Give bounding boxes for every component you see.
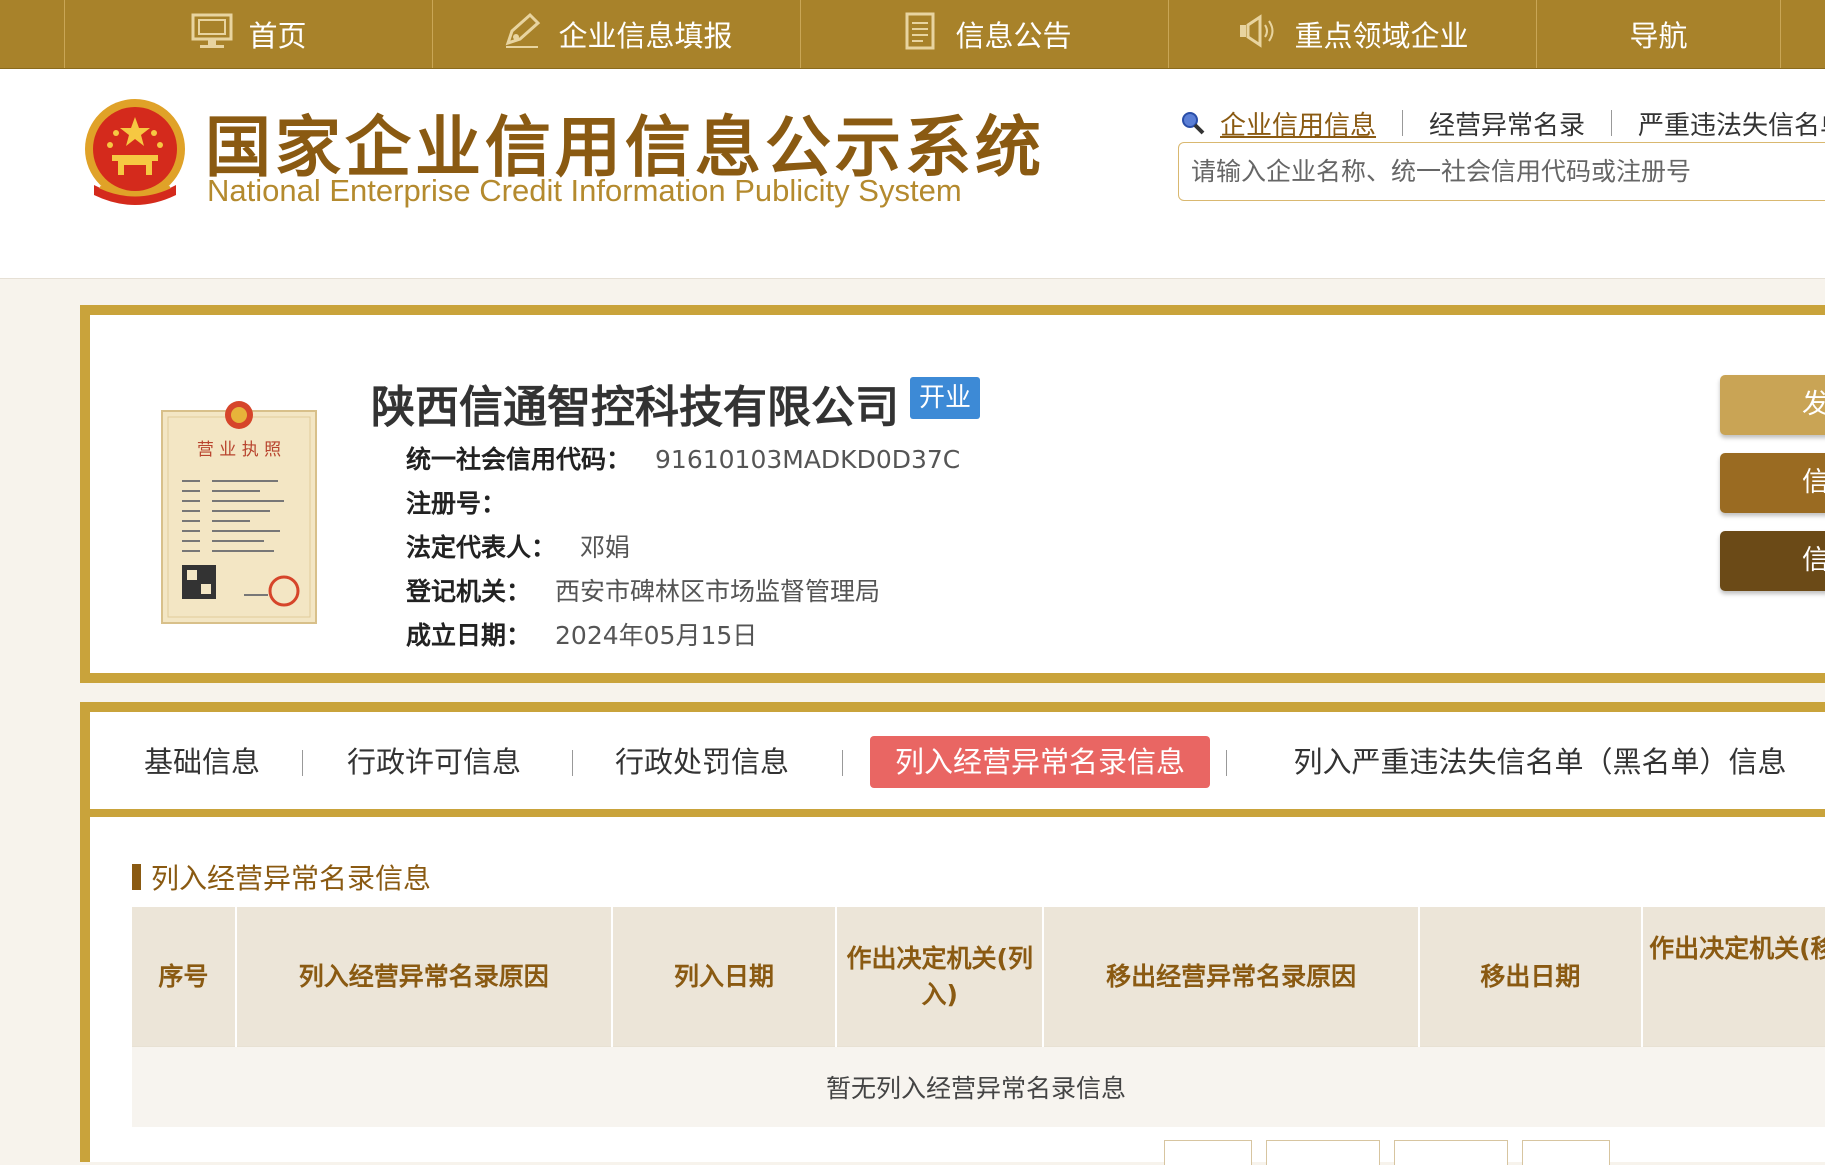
nav-divider (1780, 0, 1781, 68)
info-establishment-date: 成立日期： 2024年05月15日 (406, 616, 757, 652)
tab-admin-penalty[interactable]: 行政处罚信息 (608, 736, 796, 788)
tab-blacklist[interactable]: 列入严重违法失信名单（黑名单）信息 (1270, 736, 1810, 788)
detail-panel: 基础信息 行政许可信息 行政处罚信息 列入经营异常名录信息 列入严重违法失信名单… (80, 702, 1825, 1165)
nav-enterprise-report[interactable]: 企业信息填报 (432, 0, 800, 68)
site-subtitle: National Enterprise Credit Information P… (207, 173, 962, 208)
table-row: 暂无列入经营异常名录信息 (132, 1046, 1825, 1127)
section-title: 列入经营异常名录信息 (132, 857, 431, 897)
company-name: 陕西信通智控科技有限公司 (371, 382, 899, 433)
info-label: 统一社会信用代码： (406, 445, 632, 474)
business-license-image[interactable]: 营 业 执 照 (160, 397, 318, 625)
document-icon (897, 11, 941, 58)
column-header: 移出经营异常名录原因 (1043, 907, 1420, 1047)
nav-key-enterprises-label: 重点领域企业 (1294, 19, 1469, 53)
info-value: 西安市碑林区市场监督管理局 (555, 577, 881, 606)
pen-icon (500, 11, 544, 58)
nav-announcement-label: 信息公告 (955, 19, 1072, 53)
column-header: 作出决定机关(列入) (836, 907, 1045, 1047)
tab-basic-info[interactable]: 基础信息 (136, 736, 268, 788)
nav-announcement[interactable]: 信息公告 (800, 0, 1168, 68)
column-header: 列入日期 (611, 907, 838, 1047)
tab-separator (302, 750, 303, 776)
company-card: 营 业 执 照 陕西信通智控科技有限公司 开业 统一社会信用代码： 9161010… (80, 305, 1825, 683)
info-credit-code: 统一社会信用代码： 91610103MADKD0D37C (406, 440, 960, 476)
column-header: 作出决定机关(移出) (1642, 907, 1825, 1047)
section-marker (132, 864, 141, 890)
info-value: 2024年05月15日 (555, 621, 758, 650)
monitor-icon (190, 11, 234, 58)
abnormal-list-table: 序号 列入经营异常名录原因 列入日期 作出决定机关(列入) 移出经营异常名录原因… (132, 907, 1825, 1127)
tab-admin-license[interactable]: 行政许可信息 (340, 736, 528, 788)
tab-separator (572, 750, 573, 776)
tab-abnormal-list[interactable]: 列入经营异常名录信息 (870, 736, 1210, 788)
search-input[interactable] (1179, 156, 1825, 187)
info-label: 法定代表人： (406, 533, 557, 562)
site-header: 国家企业信用信息公示系统 National Enterprise Credit … (0, 69, 1825, 279)
empty-table-message: 暂无列入经营异常名录信息 (132, 1046, 1825, 1127)
info-value: 91610103MADKD0D37C (655, 445, 961, 474)
info-value: 邓娟 (580, 533, 631, 562)
nav-key-enterprises[interactable]: 重点领域企业 (1168, 0, 1536, 68)
search-tab-blacklist[interactable]: 严重违法失信名单 (1612, 105, 1825, 142)
print-info-button[interactable]: 信息打印 (1720, 453, 1825, 513)
info-tabs: 基础信息 行政许可信息 行政处罚信息 列入经营异常名录信息 列入严重违法失信名单… (90, 712, 1825, 817)
tab-separator (1226, 750, 1227, 776)
info-label: 登记机关： (406, 577, 532, 606)
nav-enterprise-report-label: 企业信息填报 (558, 19, 733, 53)
nav-navigation-label: 导航 (1629, 19, 1688, 53)
column-header: 移出日期 (1418, 907, 1644, 1047)
national-emblem-icon (82, 97, 188, 215)
table-header-row: 序号 列入经营异常名录原因 列入日期 作出决定机关(列入) 移出经营异常名录原因… (132, 907, 1825, 1047)
column-header: 序号 (132, 907, 237, 1047)
search-icon (1180, 110, 1206, 136)
tab-separator (842, 750, 843, 776)
status-badge: 开业 (910, 377, 981, 419)
search-tab-abnormal-list[interactable]: 经营异常名录 (1403, 105, 1611, 142)
search-tab-credit-info[interactable]: 企业信用信息 (1220, 105, 1402, 142)
share-info-button[interactable]: 信息分享 (1720, 531, 1825, 591)
info-registration-number: 注册号： (406, 484, 530, 520)
info-label: 成立日期： (406, 621, 532, 650)
speaker-icon (1236, 11, 1280, 58)
column-header: 列入经营异常名录原因 (235, 907, 613, 1047)
info-legal-representative: 法定代表人： 邓娟 (406, 528, 630, 564)
section-title-text: 列入经营异常名录信息 (151, 862, 432, 895)
info-label: 注册号： (406, 489, 507, 518)
nav-home-label: 首页 (248, 19, 307, 53)
info-registration-authority: 登记机关： 西安市碑林区市场监督管理局 (406, 572, 880, 608)
top-nav: 首页 企业信息填报 信息公告 重点领域企业 导航 (0, 0, 1825, 69)
send-report-button[interactable]: 发送报告 (1720, 375, 1825, 435)
search-type-tabs: 企业信用信息 经营异常名录 严重违法失信名单 (1180, 105, 1825, 141)
search-box (1178, 142, 1825, 201)
nav-home[interactable]: 首页 (64, 0, 432, 68)
license-title: 营 业 执 照 (197, 440, 281, 460)
nav-navigation[interactable]: 导航 (1536, 0, 1780, 68)
